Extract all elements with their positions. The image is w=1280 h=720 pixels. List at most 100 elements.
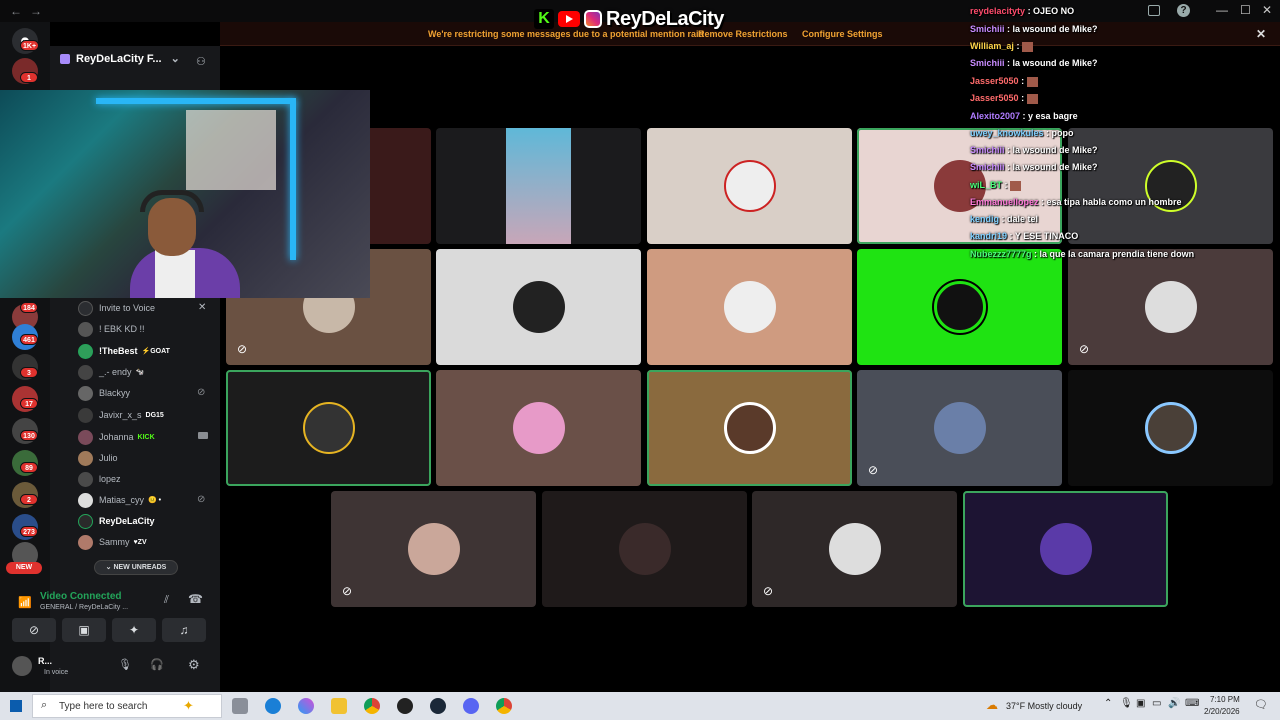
- invite-close-icon[interactable]: ✕: [198, 302, 206, 313]
- avatar: [78, 429, 93, 445]
- video-tile[interactable]: [1068, 128, 1273, 244]
- chrome-icon[interactable]: [364, 698, 380, 714]
- voice-member[interactable]: Sammy ♥ZV: [78, 533, 147, 551]
- video-tile[interactable]: [436, 370, 641, 486]
- forward-arrow-icon[interactable]: →: [30, 4, 42, 18]
- obs-icon[interactable]: [397, 698, 413, 714]
- user-name[interactable]: R...: [38, 656, 52, 666]
- avatar: [78, 385, 93, 401]
- steam-icon[interactable]: [430, 698, 446, 714]
- settings-gear-icon[interactable]: ⚙: [188, 657, 200, 673]
- back-arrow-icon[interactable]: ←: [10, 4, 22, 18]
- edge-icon[interactable]: [265, 698, 281, 714]
- inbox-icon[interactable]: [1148, 5, 1160, 16]
- soundboard-button[interactable]: ♫: [162, 618, 206, 642]
- video-tile[interactable]: ⊘: [857, 370, 1062, 486]
- chat-text: : la wsound de Mike?: [1007, 58, 1098, 68]
- tray-app-icon[interactable]: ▣: [1136, 698, 1145, 709]
- activities-button[interactable]: ✦: [112, 618, 156, 642]
- window-close-button[interactable]: ✕: [1262, 3, 1272, 17]
- configure-settings-link[interactable]: Configure Settings: [802, 29, 883, 39]
- server-badge: 1K+: [20, 40, 40, 51]
- video-tile[interactable]: [647, 249, 852, 365]
- noise-suppression-icon[interactable]: ⫽: [164, 594, 169, 607]
- voice-channel[interactable]: GENERAL / ReyDeLaCity ...: [40, 604, 128, 611]
- voice-member[interactable]: ! EBK KD !!: [78, 320, 145, 338]
- chat-user: Smichiii: [970, 162, 1005, 172]
- disconnect-icon[interactable]: ☎: [188, 592, 203, 606]
- video-tile[interactable]: [226, 370, 431, 486]
- share-screen-button[interactable]: ▣: [62, 618, 106, 642]
- chrome-icon[interactable]: [496, 698, 512, 714]
- video-tile[interactable]: [857, 249, 1062, 365]
- voice-member[interactable]: Blackyy: [78, 384, 130, 402]
- sparkle-icon: ✦: [183, 698, 194, 713]
- participant-avatar: [724, 281, 776, 333]
- server-badge: 3: [20, 367, 38, 378]
- voice-member[interactable]: !TheBest ⚡GOAT: [78, 342, 170, 360]
- member-tag: DG15: [145, 411, 164, 419]
- clock-date[interactable]: 2/20/2026: [1204, 707, 1240, 716]
- task-view-icon[interactable]: [232, 698, 248, 714]
- video-tile[interactable]: ⊘: [1068, 249, 1273, 365]
- maximize-button[interactable]: ☐: [1240, 3, 1251, 17]
- server-badge: 461: [20, 334, 38, 345]
- video-tile[interactable]: [436, 128, 641, 244]
- video-tile[interactable]: ⊘: [752, 491, 957, 607]
- clock-time[interactable]: 7:10 PM: [1210, 695, 1240, 704]
- banner-close-icon[interactable]: ✕: [1256, 27, 1266, 41]
- help-icon[interactable]: ?: [1177, 4, 1190, 17]
- search-input[interactable]: Type here to search: [59, 701, 147, 712]
- minimize-button[interactable]: —: [1216, 3, 1228, 17]
- server-name[interactable]: ReyDeLaCity F... ⌄: [60, 52, 180, 65]
- video-tile[interactable]: [1068, 370, 1273, 486]
- avatar: [78, 364, 93, 380]
- user-avatar[interactable]: [12, 656, 32, 676]
- weather-text[interactable]: 37°F Mostly cloudy: [1006, 701, 1082, 711]
- invite-to-voice[interactable]: Invite to Voice: [78, 299, 155, 317]
- discord-taskbar-icon[interactable]: [463, 698, 479, 714]
- add-member-icon[interactable]: ⚇: [196, 55, 206, 68]
- taskbar-search[interactable]: ⌕ Type here to search ✦: [32, 694, 222, 718]
- voice-member[interactable]: _.- endy 🐄: [78, 363, 144, 381]
- voice-member[interactable]: lopez: [78, 470, 121, 488]
- new-unreads-label: NEW UNREADS: [113, 564, 167, 571]
- avatar: [78, 492, 93, 508]
- voice-member[interactable]: Johanna KICK: [78, 428, 155, 446]
- voice-member[interactable]: Julio: [78, 449, 118, 467]
- new-servers-pill[interactable]: NEW: [6, 562, 42, 574]
- member-name: lopez: [99, 474, 121, 484]
- tray-volume-icon[interactable]: 🔊: [1168, 698, 1180, 709]
- video-tile[interactable]: [647, 128, 852, 244]
- video-tile[interactable]: [542, 491, 747, 607]
- voice-member[interactable]: Matias_cyy 😐 •: [78, 491, 161, 509]
- tray-chevron-icon[interactable]: ⌃: [1104, 698, 1112, 709]
- video-tile[interactable]: ⊘: [331, 491, 536, 607]
- voice-member[interactable]: ReyDeLaCity: [78, 512, 155, 530]
- camera-off-button[interactable]: ⊘: [12, 618, 56, 642]
- headphones-icon[interactable]: 🎧: [150, 658, 164, 671]
- tray-keyboard-icon[interactable]: ⌨: [1185, 698, 1199, 709]
- file-explorer-icon[interactable]: [331, 698, 347, 714]
- member-name: !TheBest: [99, 346, 138, 356]
- muted-icon: ⊘: [1078, 342, 1090, 356]
- notifications-icon[interactable]: 🗨: [1254, 698, 1268, 711]
- streamer-shirt: [155, 250, 195, 298]
- participant-avatar: [1145, 281, 1197, 333]
- chat-text: : la que la camara prendia tiene down: [1034, 249, 1195, 259]
- video-tile[interactable]: [963, 491, 1168, 607]
- windows-start-icon[interactable]: [10, 700, 22, 712]
- tray-mic-icon[interactable]: 🎙: [1120, 698, 1133, 709]
- voice-member[interactable]: Javixr_x_s DG15: [78, 406, 164, 424]
- microphone-icon[interactable]: 🎙: [118, 658, 132, 671]
- participant-avatar: [619, 523, 671, 575]
- video-tile[interactable]: [647, 370, 852, 486]
- tray-network-icon[interactable]: ▭: [1152, 698, 1161, 709]
- copilot-icon[interactable]: [298, 698, 314, 714]
- chevron-down-icon[interactable]: ⌄: [171, 53, 180, 65]
- new-unreads-pill[interactable]: ⌄ NEW UNREADS: [94, 560, 178, 575]
- voice-status[interactable]: Video Connected: [40, 591, 122, 602]
- video-tile[interactable]: [436, 249, 641, 365]
- weather-icon[interactable]: ☁: [986, 698, 998, 712]
- chat-message: wiL_BT :: [970, 180, 1022, 191]
